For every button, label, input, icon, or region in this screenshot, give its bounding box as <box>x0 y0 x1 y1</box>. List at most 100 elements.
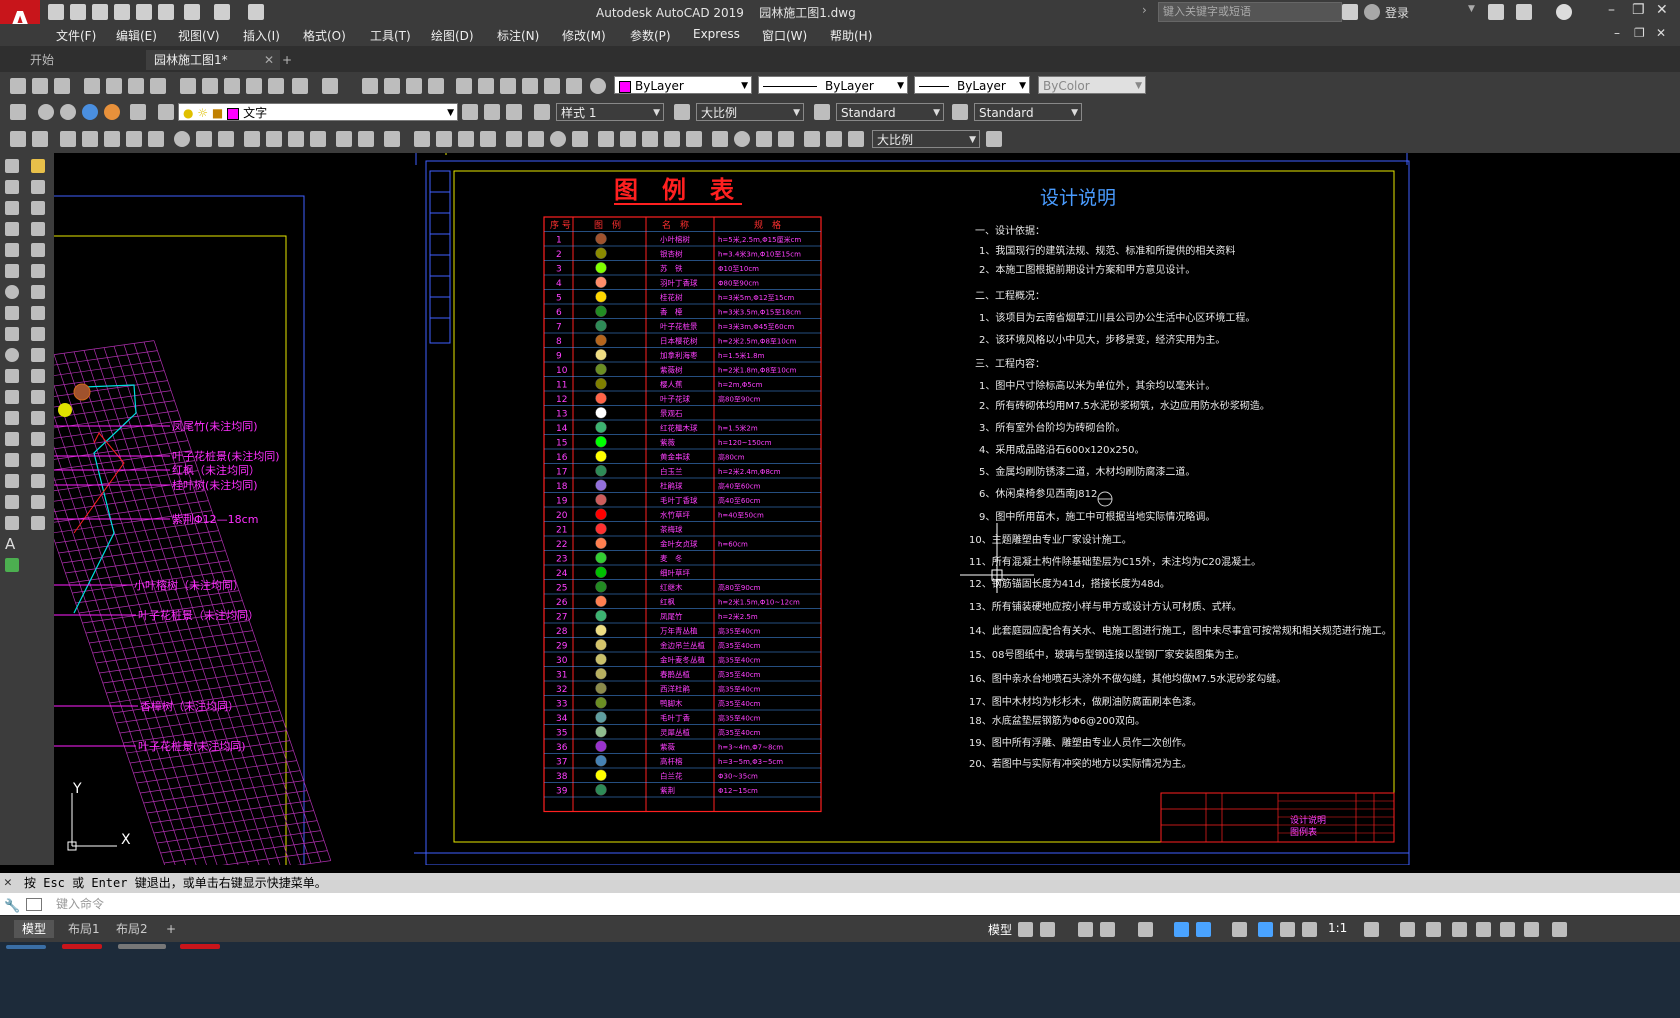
snap-node-icon[interactable] <box>310 131 326 147</box>
match-properties-icon[interactable] <box>246 78 262 94</box>
search-input[interactable]: 键入关键字或短语 <box>1158 2 1342 22</box>
dim-linear2-icon[interactable] <box>414 131 430 147</box>
scale-icon[interactable] <box>31 306 45 320</box>
fillet-icon[interactable] <box>31 474 45 488</box>
minimize-icon[interactable]: – <box>1608 2 1615 18</box>
snap-none-icon[interactable] <box>358 131 374 147</box>
add-layout-plus-icon[interactable]: + <box>158 920 184 938</box>
snap-intersection-icon[interactable] <box>104 131 120 147</box>
menu-parametric[interactable]: 参数(P) <box>630 27 671 44</box>
tab-drawing[interactable]: 园林施工图1* ✕ <box>146 50 280 70</box>
snap-apparent-icon[interactable] <box>126 131 142 147</box>
taskbar-app-icon[interactable] <box>118 944 166 949</box>
auto-scale-icon[interactable] <box>1280 922 1295 937</box>
chamfer-icon[interactable] <box>31 453 45 467</box>
dim-update-icon[interactable] <box>848 131 864 147</box>
print-preview-icon[interactable] <box>106 78 122 94</box>
start-button[interactable] <box>6 945 46 949</box>
break-icon[interactable] <box>31 411 45 425</box>
dim-radius-icon[interactable] <box>506 131 522 147</box>
new-tab-plus-icon[interactable]: + <box>274 50 300 70</box>
revcloud-icon[interactable] <box>5 306 19 320</box>
doc-close-icon[interactable]: ✕ <box>1656 26 1666 40</box>
copy-icon[interactable] <box>202 78 218 94</box>
taskbar-autocad-icon[interactable] <box>180 944 220 949</box>
tab-layout1[interactable]: 布局1 <box>60 920 108 938</box>
insert-block-icon[interactable] <box>5 390 19 404</box>
polyline-icon[interactable] <box>5 201 19 215</box>
arc-icon[interactable] <box>5 264 19 278</box>
dim-aligned2-icon[interactable] <box>436 131 452 147</box>
dim-break-icon[interactable] <box>686 131 702 147</box>
menu-modify[interactable]: 修改(M) <box>562 27 606 44</box>
snap-midpoint-icon[interactable] <box>82 131 98 147</box>
isodraft-icon[interactable] <box>1138 922 1153 937</box>
workspace-gear-icon[interactable] <box>1364 922 1379 937</box>
tab-layout2[interactable]: 布局2 <box>108 920 156 938</box>
spline-icon[interactable] <box>5 327 19 341</box>
menu-tools[interactable]: 工具(T) <box>370 27 411 44</box>
jogged-linear-icon[interactable] <box>778 131 794 147</box>
object-snap-tracking-icon[interactable] <box>1174 922 1189 937</box>
copy-object-icon[interactable] <box>31 180 45 194</box>
snap-center-icon[interactable] <box>174 131 190 147</box>
make-block-icon[interactable] <box>5 411 19 425</box>
save-icon[interactable] <box>136 4 152 20</box>
gradient-icon[interactable] <box>5 474 19 488</box>
menu-insert[interactable]: 插入(I) <box>243 27 280 44</box>
snap-extension-icon[interactable] <box>148 131 164 147</box>
dim-aligned-icon[interactable] <box>32 131 48 147</box>
hatch-icon[interactable] <box>5 453 19 467</box>
dim-continue-icon[interactable] <box>642 131 658 147</box>
layer-state-icon[interactable] <box>158 104 174 120</box>
3d-print-icon[interactable] <box>150 78 166 94</box>
chevron-down-icon[interactable]: ▼ <box>1468 4 1475 14</box>
command-line[interactable]: 🔧 键入命令 <box>0 893 1680 915</box>
array-icon[interactable] <box>31 243 45 257</box>
menu-edit[interactable]: 编辑(E) <box>116 27 157 44</box>
ellipse-icon[interactable] <box>5 348 19 362</box>
dim-baseline-icon[interactable] <box>620 131 636 147</box>
dim-arc-icon[interactable] <box>458 131 474 147</box>
doc-restore-icon[interactable]: ❐ <box>1634 26 1645 40</box>
dim-style-select[interactable]: 大比例 ▼ <box>696 103 804 121</box>
dim-text-edit-icon[interactable] <box>826 131 842 147</box>
command-prompt-icon[interactable] <box>26 898 42 911</box>
menu-draw[interactable]: 绘图(D) <box>431 27 474 44</box>
construction-line-icon[interactable] <box>5 180 19 194</box>
layer-properties-icon[interactable] <box>130 104 146 120</box>
zoom-previous-icon[interactable] <box>428 78 444 94</box>
point-icon[interactable] <box>5 432 19 446</box>
table-style-select[interactable]: Standard ▼ <box>836 103 944 121</box>
save-icon[interactable] <box>54 78 70 94</box>
clean-screen-icon[interactable] <box>1500 922 1515 937</box>
help-icon[interactable] <box>590 78 606 94</box>
offset-icon[interactable] <box>31 222 45 236</box>
circle-icon[interactable] <box>5 285 19 299</box>
paste-icon[interactable] <box>224 78 240 94</box>
zoom-window-icon[interactable] <box>406 78 422 94</box>
mtext-icon[interactable]: A <box>5 535 15 553</box>
annotation-scale-icon[interactable] <box>1302 922 1317 937</box>
close-command-icon[interactable]: ✕ <box>4 873 12 893</box>
layer-previous-icon[interactable] <box>484 104 500 120</box>
annotation-visibility-icon[interactable] <box>1258 922 1273 937</box>
explode-icon[interactable] <box>31 516 45 530</box>
table-icon[interactable] <box>5 516 19 530</box>
center-mark-icon[interactable] <box>734 131 750 147</box>
stretch-icon[interactable] <box>31 327 45 341</box>
zoom-realtime-icon[interactable] <box>384 78 400 94</box>
lineweight-icon[interactable] <box>1232 922 1247 937</box>
snap-nearest-icon[interactable] <box>336 131 352 147</box>
erase-icon[interactable] <box>31 159 45 173</box>
polar-icon[interactable] <box>1100 922 1115 937</box>
dim-angular-icon[interactable] <box>572 131 588 147</box>
snap-mode-icon[interactable] <box>1040 922 1055 937</box>
color-select[interactable]: ByLayer ▼ <box>614 76 752 94</box>
layer-select[interactable]: ● ☼ ■ 文字 ▼ <box>178 103 458 121</box>
break-at-point-icon[interactable] <box>31 390 45 404</box>
command-input[interactable]: 键入命令 <box>56 893 104 915</box>
plot-icon[interactable] <box>248 4 264 20</box>
help-icon[interactable] <box>1556 4 1572 20</box>
visual-style-icon[interactable] <box>38 104 54 120</box>
